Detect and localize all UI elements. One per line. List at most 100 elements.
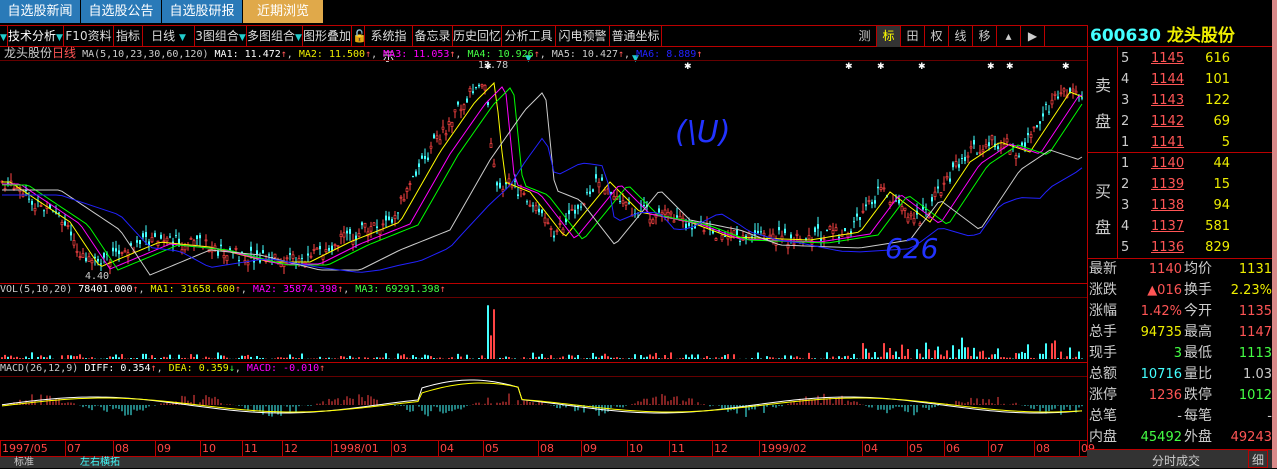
macd-bar <box>524 401 525 405</box>
macd-bar <box>887 405 888 413</box>
sell-row[interactable]: 2 1142 69 <box>1087 111 1272 132</box>
sell-row[interactable]: 1 1141 5 <box>1087 132 1272 153</box>
flash-alert-button[interactable]: 闪电预警 <box>556 26 610 47</box>
macd-bar <box>851 402 852 405</box>
axis-label: 08 <box>540 442 554 455</box>
macd-bar <box>479 403 480 405</box>
period-dropdown[interactable]: 日线 ▼ <box>143 26 195 47</box>
grid-button[interactable]: 田 <box>901 26 925 47</box>
volume-bar <box>898 357 900 359</box>
candle-body <box>490 143 492 147</box>
volume-bar <box>451 357 453 359</box>
macd-value: MACD: -0.010 <box>247 363 319 374</box>
macd-bar <box>281 405 282 416</box>
system-indicator-button[interactable]: 系统指示 <box>365 26 413 47</box>
quote-value: - <box>1177 406 1182 427</box>
tab-watchlist-announcements[interactable]: 自选股公告 <box>81 0 161 23</box>
buy-row[interactable]: 4 1137 581 <box>1087 216 1272 237</box>
line-button[interactable]: 线 <box>949 26 973 47</box>
main-chart-info: 龙头股份日线 MA(5,10,23,30,60,120) MA1: 11.472… <box>4 46 702 60</box>
move-button[interactable]: 移 <box>973 26 997 47</box>
sell-row[interactable]: 3 1143 122 <box>1087 90 1272 111</box>
tech-analysis-button[interactable]: 技术分析▼ <box>8 26 64 47</box>
bottom-tabs: 标准 左右横拓 <box>0 457 1087 468</box>
f10-button[interactable]: F10资料 <box>64 26 114 47</box>
candle-body <box>451 122 453 126</box>
chart-overlay-button[interactable]: 图形叠加 <box>303 26 352 47</box>
volume-bar <box>880 357 882 359</box>
candle-body <box>868 200 870 201</box>
candle-body <box>256 250 258 254</box>
axis-label: 06 <box>946 442 960 455</box>
quote-value: 1135 <box>1239 301 1272 322</box>
volume-bar <box>115 355 117 359</box>
sell-row[interactable]: 4 1144 101 <box>1087 69 1272 90</box>
memo-button[interactable]: 备忘录 <box>413 26 453 47</box>
macd-bar <box>833 404 834 405</box>
candle-body <box>13 188 15 189</box>
volume-bar <box>433 358 435 359</box>
sell-row[interactable]: 5 1145 616 <box>1087 48 1272 69</box>
buy-row[interactable]: 1 1140 44 <box>1087 153 1272 174</box>
volume-bar <box>25 357 27 359</box>
tab-recent-browse[interactable]: 近期浏览 <box>243 0 323 23</box>
buy-row[interactable]: 3 1138 94 <box>1087 195 1272 216</box>
macd-bar <box>908 405 909 412</box>
candle-body <box>349 229 351 234</box>
dropdown-arrow[interactable]: ▼ <box>0 26 8 47</box>
volume-bar <box>181 358 183 359</box>
candle-body <box>970 147 972 148</box>
macd-bar <box>641 402 642 405</box>
measure-button[interactable]: 测 <box>853 26 877 47</box>
macd-bar <box>311 405 312 406</box>
buy-row[interactable]: 2 1139 15 <box>1087 174 1272 195</box>
macd-bar <box>635 403 636 405</box>
macd-bar <box>791 402 792 405</box>
buy-row[interactable]: 5 1136 829 <box>1087 237 1272 258</box>
axis-label: 11 <box>671 442 685 455</box>
volume-bar <box>397 354 399 359</box>
volume-bar <box>163 357 165 359</box>
candle-body <box>31 201 33 205</box>
rights-button[interactable]: 权 <box>925 26 949 47</box>
macd-bar <box>1031 405 1032 408</box>
tab-watchlist-news[interactable]: 自选股新闻 <box>0 0 80 23</box>
macd-bar <box>104 405 105 410</box>
tab-horizontal-expand[interactable]: 左右横拓 <box>80 457 120 468</box>
expand-button[interactable]: ▶ <box>1021 26 1045 47</box>
multi-chart-combo-button[interactable]: 多图组合▼ <box>247 26 303 47</box>
tab-standard[interactable]: 标准 <box>14 457 34 468</box>
coordinate-dropdown[interactable]: 普通坐标▼ <box>610 26 662 47</box>
macd-bar <box>239 405 240 406</box>
candle-body <box>703 231 705 232</box>
candle-body <box>904 208 906 210</box>
macd-bar <box>962 402 963 405</box>
tab-watchlist-research[interactable]: 自选股研报 <box>162 0 242 23</box>
volume-bar <box>292 357 294 359</box>
candle-body <box>268 254 270 255</box>
mark-button[interactable]: 标 <box>877 26 901 47</box>
analysis-tools-button[interactable]: 分析工具▼ <box>502 26 556 47</box>
macd-bar <box>917 405 918 412</box>
detail-button[interactable]: 细 <box>1248 450 1268 468</box>
history-button[interactable]: 历史回忆 <box>453 26 502 47</box>
scrollbar[interactable] <box>1272 0 1277 468</box>
indicator-button[interactable]: 指标 <box>114 26 143 47</box>
volume-bar <box>298 358 300 359</box>
volume-bar <box>715 357 717 359</box>
tick-trades-label[interactable]: 分时成交 <box>1152 452 1200 469</box>
volume-bar <box>154 358 156 359</box>
candle-body <box>955 162 957 166</box>
candle-body <box>433 134 435 138</box>
candle-body <box>193 241 195 245</box>
quote-row: 涨幅 1.42% 今开 1135 <box>1087 301 1272 322</box>
collapse-button[interactable]: ▴ <box>997 26 1021 47</box>
volume: 69 <box>1213 111 1230 132</box>
lock-icon[interactable]: 🔓 <box>352 26 365 47</box>
macd-bar <box>938 405 939 406</box>
candle-body <box>949 178 951 181</box>
volume-bar <box>502 358 504 359</box>
macd-bar <box>1004 404 1005 405</box>
3chart-combo-button[interactable]: 3图组合▼ <box>195 26 247 47</box>
volume-bar <box>877 358 879 359</box>
